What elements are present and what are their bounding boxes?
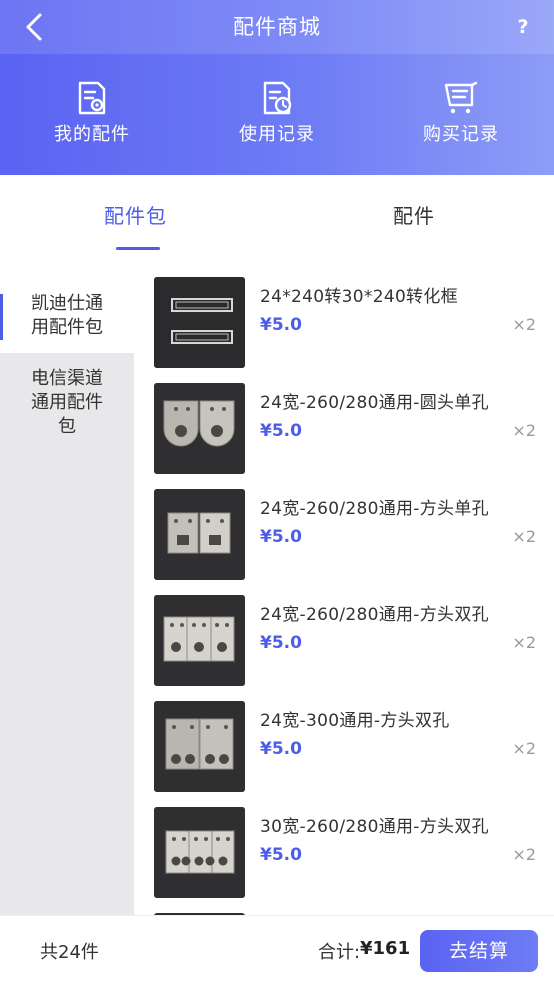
quick-link-label: 购买记录: [423, 124, 499, 145]
product-image: [154, 277, 245, 368]
quick-link-my-parts[interactable]: 我的配件: [27, 80, 157, 146]
product-quantity: ×2: [512, 633, 536, 652]
cart-icon: [444, 81, 478, 114]
product-price: ¥5.0: [260, 527, 302, 547]
product-name: 24*240转30*240转化框: [260, 287, 458, 307]
active-category-indicator: [0, 294, 3, 340]
list-item[interactable]: 24宽-260/280通用-方头单孔 ¥5.0 ×2: [134, 477, 554, 583]
list-item[interactable]: 24宽-300通用-方头双孔 ¥5.0 ×2: [134, 689, 554, 795]
quick-link-usage-records[interactable]: 使用记录: [212, 80, 342, 146]
list-item[interactable]: 24宽-260/280通用-圆头单孔 ¥5.0 ×2: [134, 371, 554, 477]
category-item-telecom[interactable]: 电信渠道 通用配件 包: [0, 367, 134, 439]
category-label-line: 凯迪仕通: [31, 293, 103, 314]
product-quantity: ×2: [512, 527, 536, 546]
product-quantity: ×2: [512, 421, 536, 440]
list-item[interactable]: 30宽-260/280通用-方头双孔 ¥5.0 ×2: [134, 795, 554, 901]
category-item-kaadas[interactable]: 凯迪仕通 用配件包: [0, 280, 134, 353]
checkout-bar: 共24件 合计: ¥161 去结算: [0, 915, 554, 984]
header-banner: 配件商城 ? 我的配件 使用记录 购买记录: [0, 0, 554, 175]
app-root: 配件商城 ? 我的配件 使用记录 购买记录 配件包 配件 凯迪仕通 用配件包 电…: [0, 0, 554, 984]
product-name: 24宽-260/280通用-圆头单孔: [260, 393, 489, 413]
product-quantity: ×2: [512, 315, 536, 334]
product-quantity: ×2: [512, 845, 536, 864]
product-image: [154, 595, 245, 686]
help-button[interactable]: ?: [510, 14, 536, 40]
product-price: ¥5.0: [260, 845, 302, 865]
quick-link-label: 使用记录: [239, 124, 315, 145]
total-value: ¥161: [360, 938, 411, 959]
item-count: 共24件: [40, 942, 99, 963]
product-image: [154, 383, 245, 474]
product-image: [154, 489, 245, 580]
list-item[interactable]: 24宽-260/280通用-方头双孔 ¥5.0 ×2: [134, 583, 554, 689]
total-label: 合计:: [318, 942, 361, 963]
product-image: [154, 701, 245, 792]
product-name: 24宽-260/280通用-方头双孔: [260, 605, 489, 625]
tab-accessories[interactable]: 配件: [393, 200, 435, 229]
product-quantity: ×2: [512, 739, 536, 758]
tab-accessory-packs[interactable]: 配件包: [104, 200, 167, 229]
product-price: ¥5.0: [260, 739, 302, 759]
document-gear-icon: [78, 81, 106, 115]
product-price: ¥5.0: [260, 421, 302, 441]
product-name: 30宽-260/280通用-方头双孔: [260, 817, 489, 837]
page-title: 配件商城: [233, 15, 321, 39]
product-price: ¥5.0: [260, 633, 302, 653]
quick-link-purchase-records[interactable]: 购买记录: [396, 80, 526, 146]
category-label-line: 通用配件: [31, 392, 103, 413]
product-price: ¥5.0: [260, 315, 302, 335]
quick-link-label: 我的配件: [54, 124, 130, 145]
category-label-line: 包: [58, 416, 76, 437]
list-item-partial[interactable]: [134, 901, 554, 915]
product-name: 24宽-260/280通用-方头单孔: [260, 499, 489, 519]
document-clock-icon: [263, 81, 292, 115]
tab-bar: 配件包 配件: [0, 175, 554, 265]
category-label-line: 用配件包: [31, 317, 103, 338]
list-item[interactable]: 24*240转30*240转化框 ¥5.0 ×2: [134, 265, 554, 371]
category-sidebar: 凯迪仕通 用配件包 电信渠道 通用配件 包: [0, 265, 134, 915]
product-image: [154, 807, 245, 898]
product-name: 24宽-300通用-方头双孔: [260, 711, 450, 731]
active-tab-indicator: [116, 247, 160, 250]
checkout-button[interactable]: 去结算: [420, 930, 538, 972]
product-list[interactable]: 24*240转30*240转化框 ¥5.0 ×2 24宽-260/280通用-圆…: [134, 265, 554, 915]
category-label-line: 电信渠道: [31, 368, 103, 389]
